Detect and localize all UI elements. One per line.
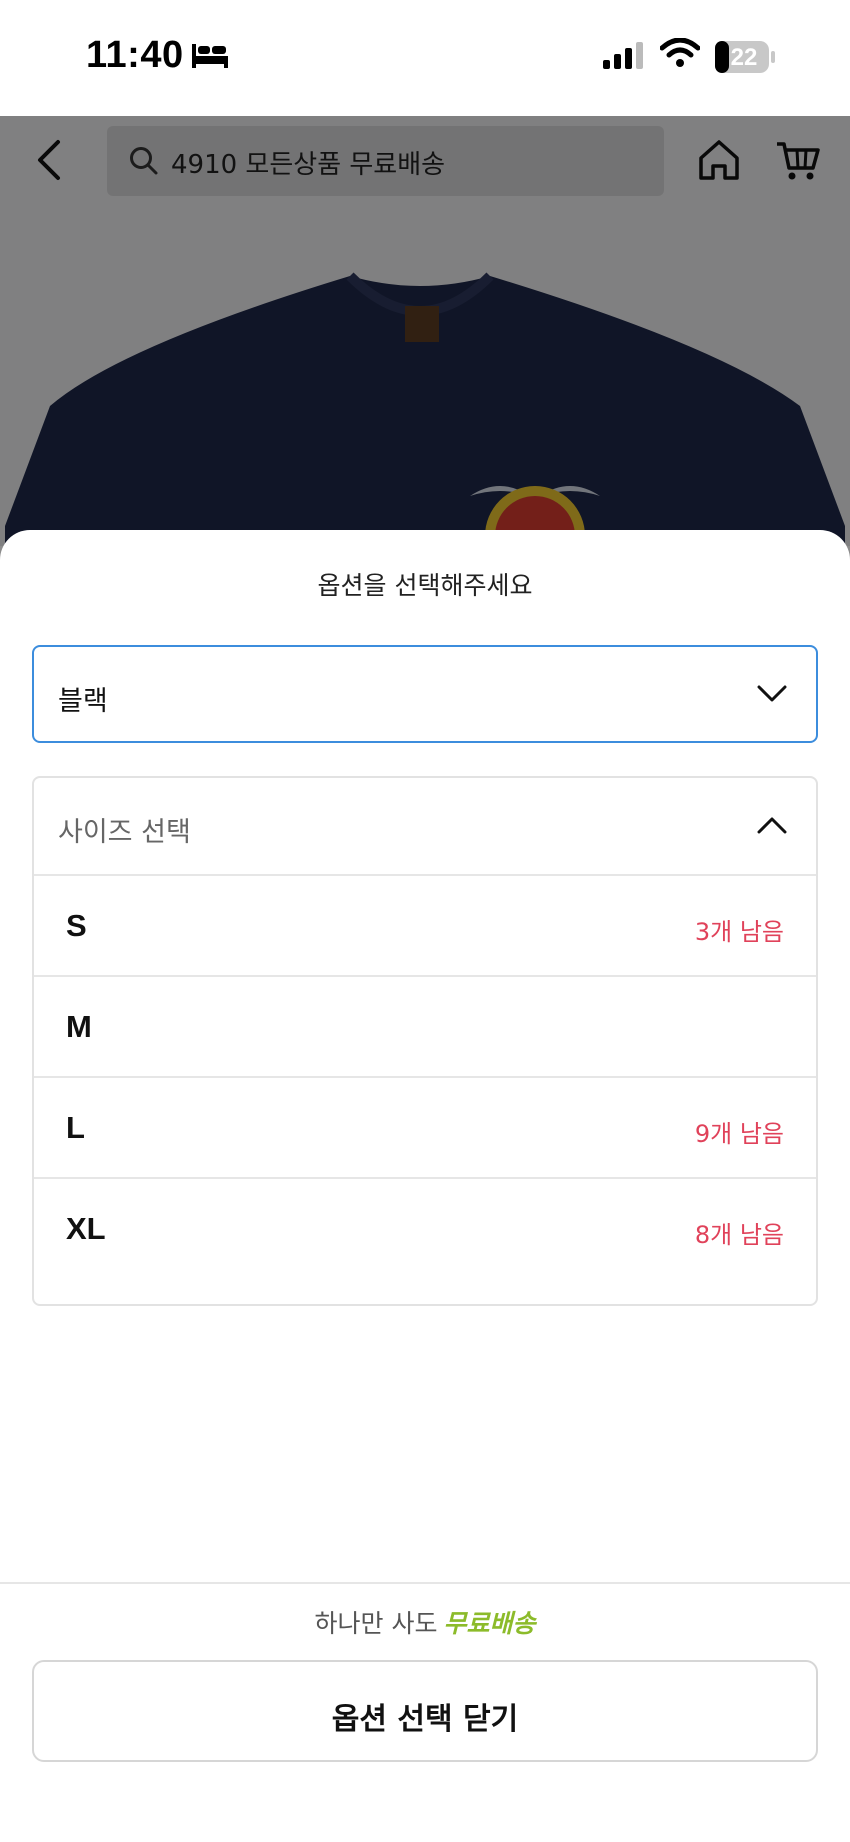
close-options-label: 옵션 선택 닫기 — [331, 1702, 519, 1737]
battery-level: 22 — [730, 44, 758, 71]
size-placeholder: 사이즈 선택 — [58, 817, 191, 848]
size-option-m[interactable]: M — [34, 977, 816, 1078]
stock-remaining: 8개 남음 — [694, 1221, 784, 1249]
stock-remaining: 3개 남음 — [694, 918, 784, 946]
option-bottom-sheet: 옵션을 선택해주세요 블랙 사이즈 선택 S 3개 남음 M L 9개 남음 X… — [0, 530, 850, 1842]
chevron-down-icon — [756, 683, 788, 709]
close-options-button[interactable]: 옵션 선택 닫기 — [32, 1660, 818, 1762]
status-bar: 11:40 22 — [0, 0, 850, 116]
size-label: M — [66, 1009, 92, 1044]
sheet-title: 옵션을 선택해주세요 — [317, 571, 533, 600]
size-label: XL — [66, 1211, 106, 1246]
size-label: L — [66, 1110, 85, 1145]
size-option-l[interactable]: L 9개 남음 — [34, 1078, 816, 1179]
bed-icon — [190, 42, 230, 74]
color-selected-value: 블랙 — [58, 686, 108, 717]
status-time: 11:40 — [86, 34, 184, 76]
chevron-up-icon — [756, 814, 788, 840]
size-dropdown-header[interactable]: 사이즈 선택 — [34, 778, 816, 876]
size-dropdown: 사이즈 선택 S 3개 남음 M L 9개 남음 XL 8개 남음 — [32, 776, 818, 1306]
color-dropdown[interactable]: 블랙 — [32, 645, 818, 743]
promo-highlight: 무료배송 — [443, 1609, 536, 1638]
size-option-s[interactable]: S 3개 남음 — [34, 876, 816, 977]
free-shipping-promo: 하나만 사도 무료배송 — [0, 1604, 850, 1640]
wifi-icon — [659, 37, 701, 72]
promo-text: 하나만 사도 — [314, 1609, 438, 1638]
size-option-xl[interactable]: XL 8개 남음 — [34, 1179, 816, 1280]
cellular-signal-icon — [601, 42, 645, 74]
stock-remaining: 9개 남음 — [694, 1120, 784, 1148]
size-label: S — [66, 908, 87, 943]
footer-divider — [0, 1582, 850, 1584]
